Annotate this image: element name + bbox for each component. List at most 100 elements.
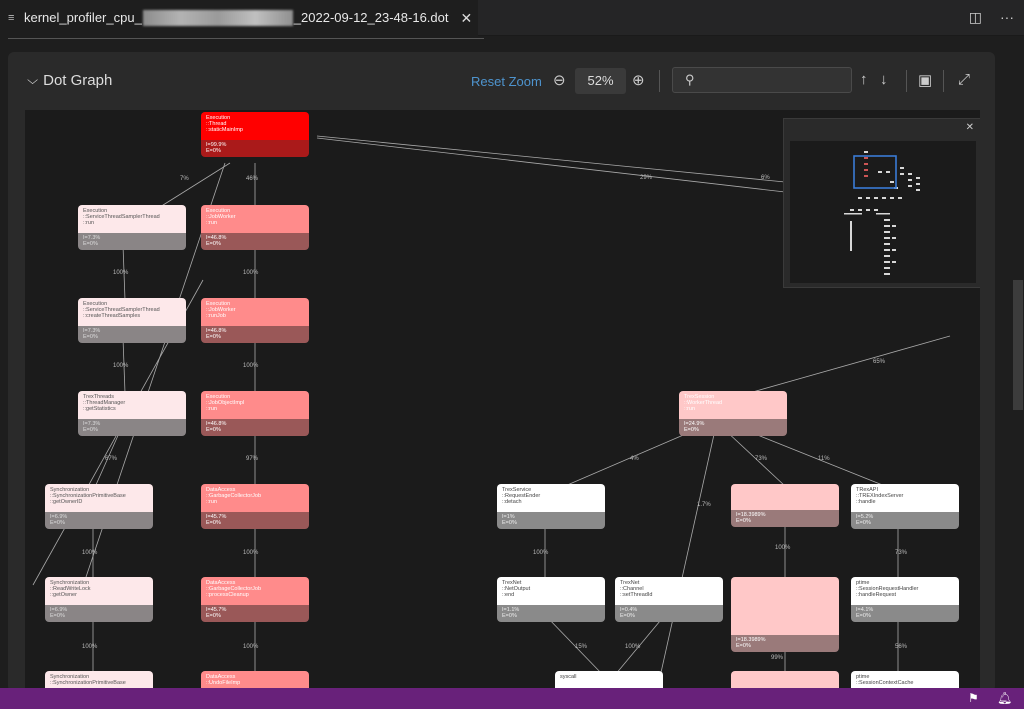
scrollbar-thumb[interactable]: [1013, 280, 1023, 410]
exclusive-metric: E=0%: [502, 613, 517, 619]
node-label-line: ::SessionContextCache: [856, 680, 914, 686]
edge-label: 100%: [243, 644, 259, 650]
node-label: Execution::Thread::staticMainImp: [201, 112, 309, 140]
edge-label: 7%: [180, 176, 189, 182]
exclusive-metric: E=0%: [206, 427, 221, 433]
search-input[interactable]: ⚲: [672, 67, 852, 93]
graph-node[interactable]: Execution::ServiceThreadSamplerThread::c…: [78, 298, 186, 343]
editor-tab[interactable]: ≡ kernel_profiler_cpu_ _2022-09-12_23-48-…: [0, 0, 478, 36]
close-icon[interactable]: ✕: [966, 122, 974, 133]
reset-zoom-link[interactable]: Reset Zoom: [471, 74, 542, 89]
edge-label: 100%: [113, 363, 129, 369]
graph-node[interactable]: TrexThreads::ThreadManager::getStatistic…: [78, 391, 186, 436]
node-label-line: [736, 680, 834, 686]
edge-label: 100%: [113, 270, 129, 276]
arrow-down-icon[interactable]: ↓: [880, 71, 888, 88]
edge-label: 73%: [895, 550, 908, 556]
node-label: TRexAPI::TREXIndexServer::handle: [851, 484, 959, 512]
zoom-level-field[interactable]: 52%: [575, 68, 626, 94]
graph-node[interactable]: TrexService::RequestEnder::detach I=1% E=0…: [497, 484, 605, 529]
edge-label: 100%: [243, 270, 259, 276]
node-label-line: ::run: [206, 499, 218, 505]
node-label: Execution::ServiceThreadSamplerThread::c…: [78, 298, 186, 326]
graph-node[interactable]: TrexSession::WorkerThread::run I=24.9% E=0…: [679, 391, 787, 436]
node-label-line: ::runJob: [206, 313, 226, 319]
node-metrics: I=7.3% E=0%: [78, 419, 186, 436]
graph-node[interactable]: TRexAPI::TREXIndexServer::handle I=5.2% E=…: [851, 484, 959, 529]
edge-label: 97%: [246, 456, 259, 462]
graph-node[interactable]: Execution::ServiceThreadSamplerThread::r…: [78, 205, 186, 250]
node-label: Execution::JobObjectImpl::run: [201, 391, 309, 419]
edge: [544, 614, 604, 676]
edge-label: 100%: [775, 545, 791, 551]
node-label-line: ::processCleanup: [206, 592, 249, 598]
graph-canvas[interactable]: 7% 46% 29% 6% 100% 100% 100% 100% 67% 97…: [25, 110, 980, 690]
exclusive-metric: E=0%: [83, 427, 98, 433]
exclusive-metric: E=0%: [50, 520, 65, 526]
graph-node[interactable]: TrexNet::Channel::setThreadId I=0.4% E=0%: [615, 577, 723, 622]
minimap-toggle-icon[interactable]: ▣: [918, 71, 932, 89]
more-actions-icon[interactable]: ···: [1000, 9, 1014, 26]
dot-graph-toggle[interactable]: ⌵ Dot Graph: [27, 72, 112, 89]
graph-node[interactable]: DataAccess::GarbageCollectorJob::run I=45…: [201, 484, 309, 529]
graph-node[interactable]: I=18.3989% E=0%: [731, 484, 839, 527]
exclusive-metric: E=0%: [83, 241, 98, 247]
divider: [659, 70, 660, 92]
bell-icon[interactable]: 🔔︎: [997, 691, 1012, 705]
graph-node[interactable]: Execution::JobWorker::runJob I=46.8% E=0%: [201, 298, 309, 343]
graph-node[interactable]: Synchronization::ReadWriteLock::getOwner…: [45, 577, 153, 622]
exclusive-metric: E=0%: [502, 520, 517, 526]
graph-node[interactable]: Execution::Thread::staticMainImp I=99.9% E…: [201, 112, 309, 157]
tab-underline: [8, 38, 484, 39]
exclusive-metric: E=0%: [684, 427, 699, 433]
minimap-canvas[interactable]: [790, 141, 976, 283]
node-label: Execution::JobWorker::run: [201, 205, 309, 233]
node-metrics: I=1% E=0%: [497, 512, 605, 529]
split-editor-icon[interactable]: ◫: [969, 9, 982, 26]
graph-node[interactable]: Execution::JobWorker::run I=46.8% E=0%: [201, 205, 309, 250]
node-label: [731, 484, 839, 510]
fullscreen-icon[interactable]: ⤢: [958, 71, 970, 88]
zoom-in-icon[interactable]: ⊕: [632, 71, 645, 89]
node-metrics: I=45.7% E=0%: [201, 605, 309, 622]
node-metrics: I=5.2% E=0%: [851, 512, 959, 529]
node-metrics: I=45.7% E=0%: [201, 512, 309, 529]
node-label-line: ::end: [502, 592, 515, 598]
exclusive-metric: E=0%: [620, 613, 635, 619]
graph-node[interactable]: Execution::JobObjectImpl::run I=46.8% E=0%: [201, 391, 309, 436]
exclusive-metric: E=0%: [206, 334, 221, 340]
node-label: TrexService::RequestEnder::detach: [497, 484, 605, 512]
graph-node[interactable]: TrexNet::NetOutput::end I=1.1% E=0%: [497, 577, 605, 622]
exclusive-metric: E=0%: [206, 520, 221, 526]
node-label-line: ::detach: [502, 499, 522, 505]
zoom-out-icon[interactable]: ⊖: [553, 71, 566, 89]
node-label-line: syscall: [560, 674, 577, 680]
edge-label: 73%: [755, 456, 768, 462]
edge-label: 100%: [625, 644, 641, 650]
node-label-line: ::setThreadId: [620, 592, 653, 598]
node-label-line: [736, 499, 834, 505]
edge-label: 100%: [243, 363, 259, 369]
graph-node[interactable]: I=18.3989% E=0%: [731, 577, 839, 652]
graph-node[interactable]: Synchronization::SynchronizationPrimitiv…: [45, 484, 153, 529]
minimap[interactable]: ✕: [783, 118, 980, 288]
node-label: ptime::SessionRequestHandler::handleRequ…: [851, 577, 959, 605]
close-icon[interactable]: ✕: [460, 10, 472, 27]
edge: [659, 429, 716, 678]
edge-label: 46%: [246, 176, 259, 182]
node-label: Synchronization::SynchronizationPrimitiv…: [45, 484, 153, 512]
node-metrics: I=1.1% E=0%: [497, 605, 605, 622]
graph-node[interactable]: DataAccess::GarbageCollectorJob::process…: [201, 577, 309, 622]
node-metrics: I=4.1% E=0%: [851, 605, 959, 622]
node-label-line: ::createThreadSamples: [83, 313, 141, 319]
node-label-line: ::run: [83, 220, 95, 226]
arrow-up-icon[interactable]: ↑: [860, 71, 868, 88]
node-label: TrexSession::WorkerThread::run: [679, 391, 787, 419]
node-label: TrexNet::Channel::setThreadId: [615, 577, 723, 605]
tab-title-prefix: kernel_profiler_cpu_: [24, 9, 142, 25]
graph-node[interactable]: ptime::SessionRequestHandler::handleRequ…: [851, 577, 959, 622]
node-label: Execution::JobWorker::runJob: [201, 298, 309, 326]
remote-icon[interactable]: ⚑: [968, 691, 979, 705]
exclusive-metric: E=0%: [206, 241, 221, 247]
edge-label: 65%: [873, 359, 886, 365]
